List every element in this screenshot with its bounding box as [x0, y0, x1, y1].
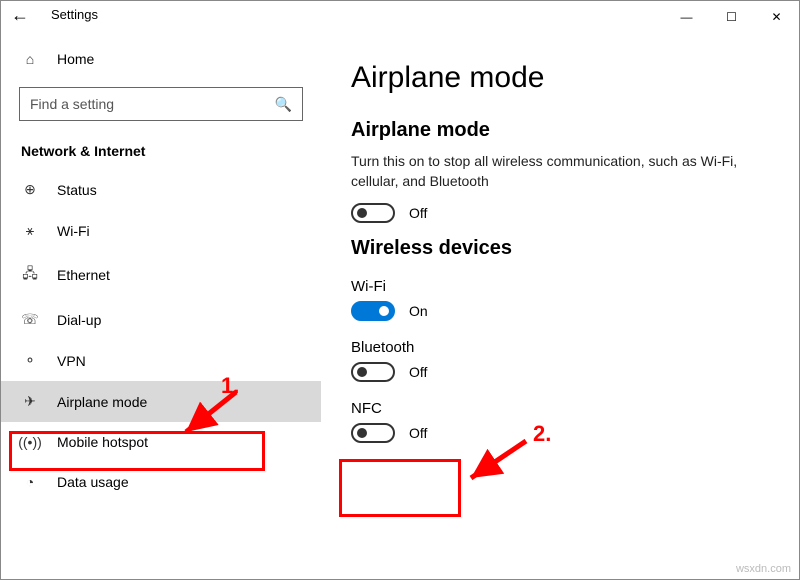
- bluetooth-state: Off: [409, 364, 427, 380]
- search-placeholder: Find a setting: [30, 96, 114, 112]
- maximize-button[interactable]: ☐: [709, 1, 754, 33]
- titlebar: ← Settings — ☐ ✕: [1, 1, 799, 33]
- wireless-heading: Wireless devices: [351, 237, 769, 260]
- airplane-toggle[interactable]: [351, 203, 395, 223]
- ethernet-icon: 🖧: [21, 263, 39, 287]
- wifi-state: On: [409, 303, 428, 319]
- airplane-heading: Airplane mode: [351, 119, 769, 142]
- sidebar-item-datausage[interactable]: ◔ Data usage: [1, 462, 321, 502]
- bluetooth-toggle[interactable]: [351, 362, 395, 382]
- hotspot-icon: ((•)): [21, 434, 39, 450]
- sidebar-item-hotspot[interactable]: ((•)) Mobile hotspot: [1, 422, 321, 462]
- sidebar-item-wifi[interactable]: ⚹ Wi-Fi: [1, 210, 321, 251]
- wifi-label: Wi-Fi: [351, 278, 769, 295]
- content-area: ⌂ Home Find a setting 🔍 Network & Intern…: [1, 33, 799, 579]
- window-title: Settings: [51, 7, 98, 22]
- search-icon: 🔍: [275, 96, 292, 113]
- main-panel: Airplane mode Airplane mode Turn this on…: [321, 33, 799, 579]
- close-button[interactable]: ✕: [754, 1, 799, 33]
- sidebar: ⌂ Home Find a setting 🔍 Network & Intern…: [1, 33, 321, 579]
- sidebar-item-label: Mobile hotspot: [57, 434, 148, 450]
- sidebar-item-dialup[interactable]: ☏ Dial-up: [1, 299, 321, 340]
- nfc-toggle[interactable]: [351, 423, 395, 443]
- wifi-toggle-row: On: [351, 301, 769, 321]
- home-icon: ⌂: [21, 51, 39, 67]
- back-button[interactable]: ←: [11, 5, 29, 26]
- airplane-toggle-row: Off: [351, 203, 769, 223]
- section-heading: Network & Internet: [1, 139, 321, 169]
- status-icon: ⊕: [21, 181, 39, 198]
- airplane-state: Off: [409, 205, 427, 221]
- sidebar-item-ethernet[interactable]: 🖧 Ethernet: [1, 251, 321, 299]
- sidebar-item-label: Status: [57, 182, 97, 198]
- minimize-button[interactable]: —: [664, 1, 709, 33]
- nfc-state: Off: [409, 425, 427, 441]
- nfc-label: NFC: [351, 400, 769, 417]
- wifi-toggle[interactable]: [351, 301, 395, 321]
- vpn-icon: ⚬: [21, 352, 39, 369]
- bluetooth-toggle-row: Off: [351, 362, 769, 382]
- dialup-icon: ☏: [21, 311, 39, 328]
- watermark: wsxdn.com: [736, 563, 791, 575]
- airplane-description: Turn this on to stop all wireless commun…: [351, 152, 769, 191]
- home-label: Home: [57, 51, 94, 67]
- nfc-toggle-row: Off: [351, 423, 769, 443]
- sidebar-item-airplane[interactable]: ✈ Airplane mode: [1, 381, 321, 422]
- wifi-icon: ⚹: [21, 222, 39, 239]
- sidebar-item-label: Dial-up: [57, 312, 101, 328]
- search-input[interactable]: Find a setting 🔍: [19, 87, 303, 121]
- sidebar-item-label: Ethernet: [57, 267, 110, 283]
- sidebar-home[interactable]: ⌂ Home: [1, 43, 321, 75]
- sidebar-item-label: Data usage: [57, 474, 129, 490]
- sidebar-item-label: Wi-Fi: [57, 223, 90, 239]
- airplane-icon: ✈: [21, 393, 39, 410]
- page-title: Airplane mode: [351, 61, 769, 95]
- sidebar-item-vpn[interactable]: ⚬ VPN: [1, 340, 321, 381]
- sidebar-item-status[interactable]: ⊕ Status: [1, 169, 321, 210]
- bluetooth-label: Bluetooth: [351, 339, 769, 356]
- sidebar-item-label: VPN: [57, 353, 86, 369]
- sidebar-item-label: Airplane mode: [57, 394, 147, 410]
- datausage-icon: ◔: [21, 474, 39, 490]
